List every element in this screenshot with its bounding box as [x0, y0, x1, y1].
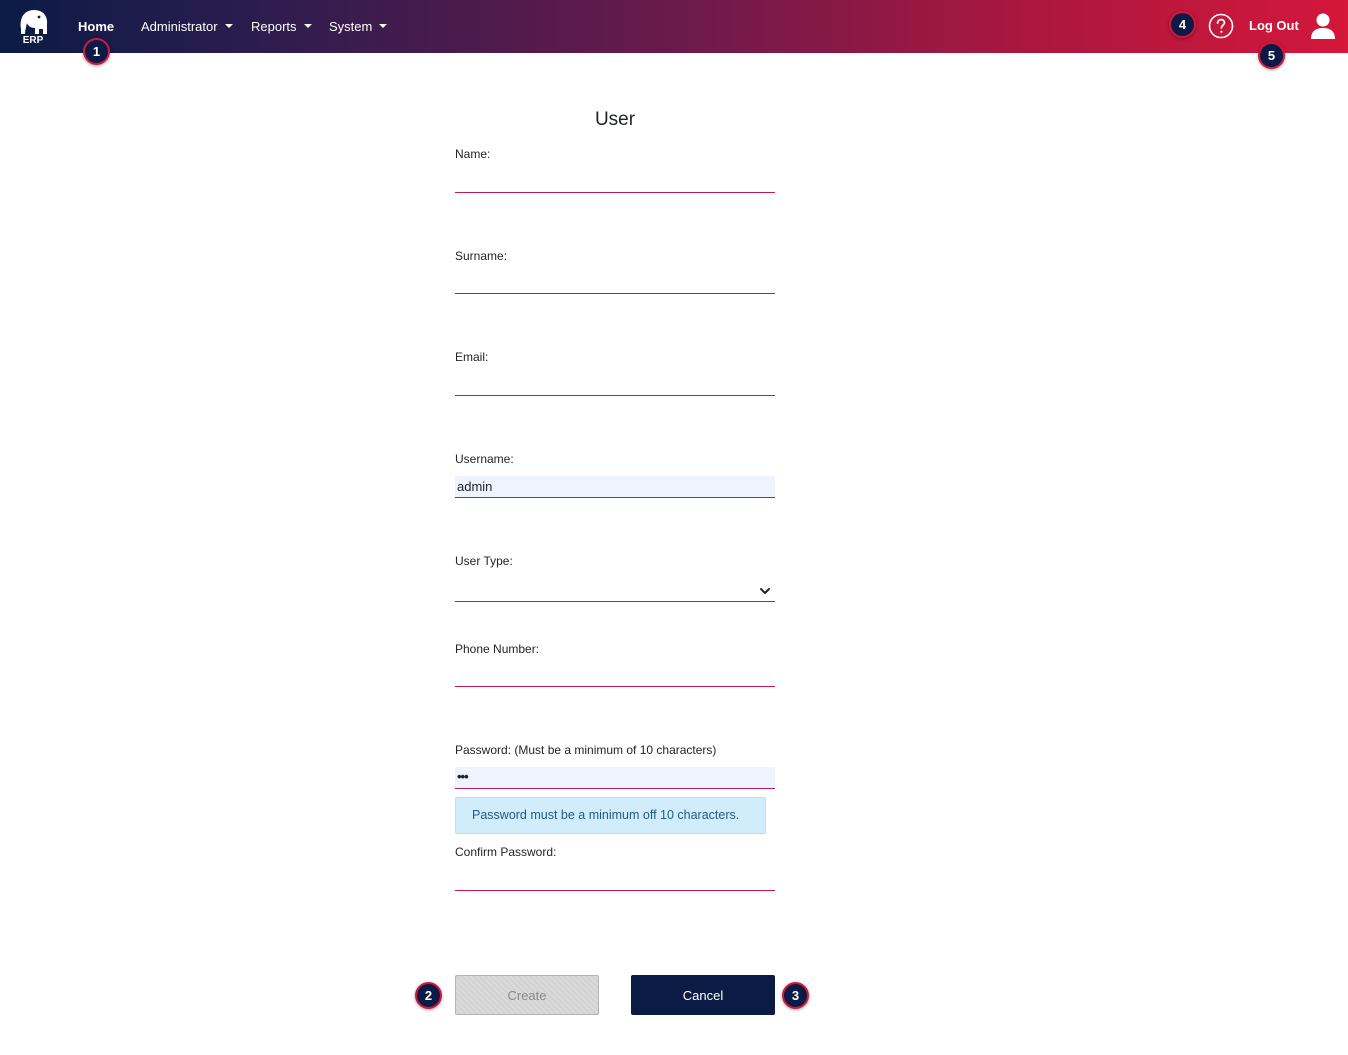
password-input[interactable]: ••• [455, 767, 775, 789]
username-label: Username: [455, 452, 514, 466]
surname-label: Surname: [455, 249, 508, 263]
phone-number-input[interactable] [455, 665, 775, 687]
nav-home[interactable]: Home [78, 17, 114, 37]
name-label: Name: [455, 147, 491, 161]
password-error-alert: Password must be a minimum off 10 charac… [455, 797, 766, 834]
create-button[interactable]: Create [455, 975, 599, 1015]
nav-system-dropdown[interactable]: System [329, 17, 388, 37]
marker-5: 5 [1258, 42, 1285, 69]
email-input[interactable] [455, 374, 775, 396]
marker-4: 4 [1169, 11, 1196, 38]
user-type-label: User Type: [455, 554, 513, 568]
caret-down-icon [379, 24, 388, 28]
logout-link[interactable]: Log Out [1249, 16, 1299, 36]
erp-elephant-logo[interactable]: ERP [13, 7, 53, 45]
nav-administrator-label: Administrator [141, 19, 218, 34]
confirm-password-input[interactable] [455, 869, 775, 891]
nav-administrator-dropdown[interactable]: Administrator [141, 17, 233, 37]
username-input[interactable] [455, 476, 775, 498]
cancel-button[interactable]: Cancel [631, 975, 775, 1015]
question-circle-icon[interactable] [1208, 13, 1234, 39]
nav-home-label: Home [78, 19, 115, 34]
caret-down-icon [224, 24, 233, 28]
nav-reports-dropdown[interactable]: Reports [251, 17, 312, 37]
confirm-password-label: Confirm Password: [455, 845, 557, 859]
user-icon[interactable] [1310, 12, 1336, 40]
email-label: Email: [455, 350, 489, 364]
marker-3: 3 [782, 982, 809, 1009]
nav-system-label: System [329, 19, 373, 34]
logo-text: ERP [23, 35, 44, 45]
user-type-select[interactable] [455, 580, 775, 602]
surname-input[interactable] [455, 272, 775, 294]
top-navbar: ERP Home Administrator Reports System Lo… [0, 0, 1348, 53]
name-input[interactable] [455, 171, 775, 193]
password-label: Password: (Must be a minimum of 10 chara… [455, 743, 717, 757]
form-title: User [594, 109, 636, 130]
caret-down-icon [303, 24, 312, 28]
marker-2: 2 [415, 982, 442, 1009]
phone-number-label: Phone Number: [455, 642, 540, 656]
marker-1: 1 [83, 38, 110, 65]
nav-reports-label: Reports [251, 19, 297, 34]
